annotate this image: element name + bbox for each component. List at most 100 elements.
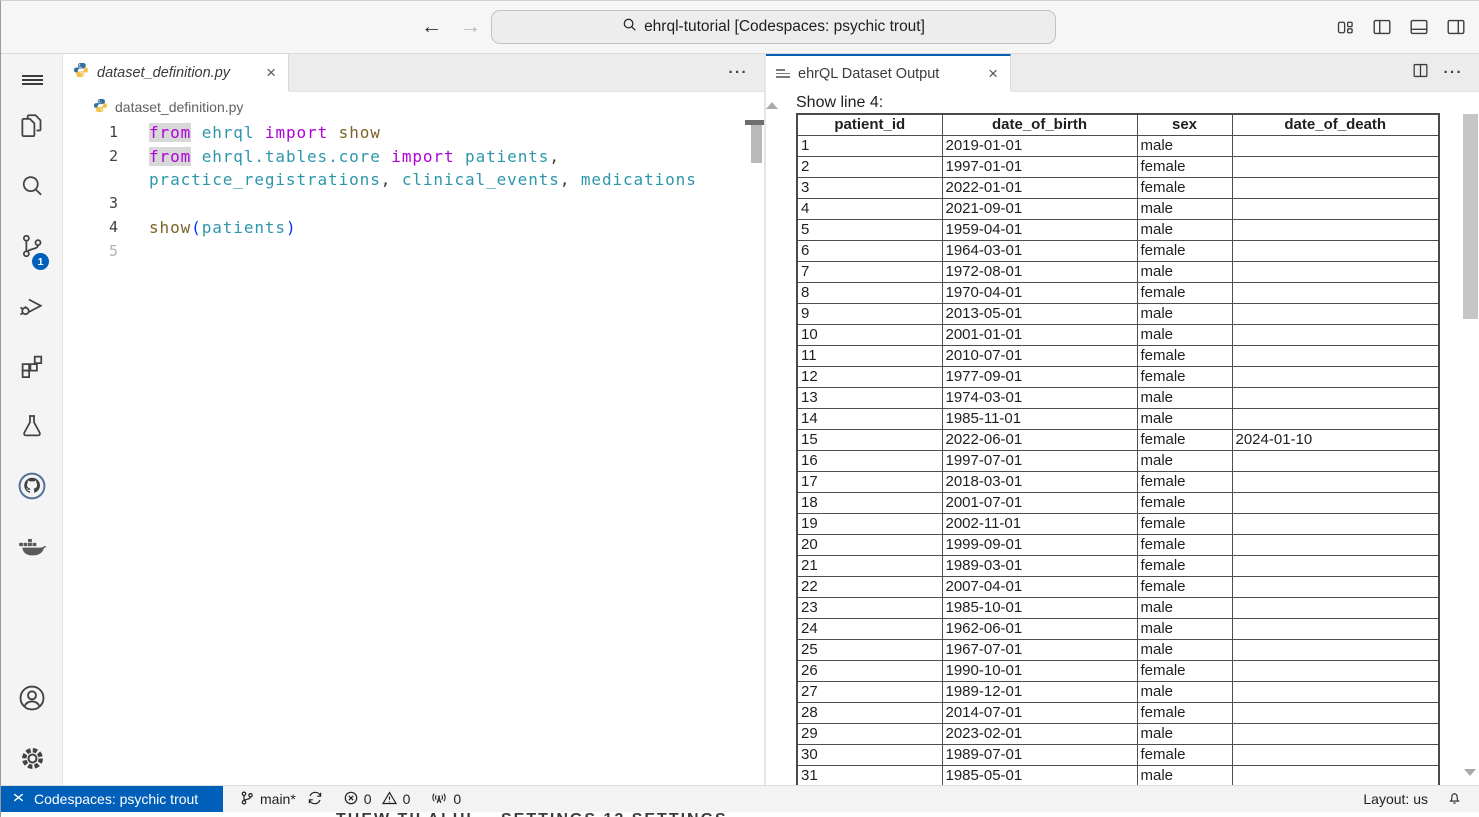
git-branch-icon	[239, 790, 255, 809]
sync-icon[interactable]	[307, 790, 323, 809]
problems-item[interactable]: 0 0	[343, 790, 411, 809]
table-cell: 2024-01-10	[1232, 430, 1439, 451]
table-cell	[1232, 682, 1439, 703]
table-cell: 19	[797, 514, 942, 535]
notifications-bell-icon[interactable]	[1446, 789, 1463, 809]
breadcrumb[interactable]: dataset_definition.py	[63, 92, 764, 121]
table-cell: 10	[797, 325, 942, 346]
table-row: 112010-07-01female	[797, 346, 1439, 367]
run-debug-icon[interactable]	[1, 289, 63, 323]
table-row: 51959-04-01male	[797, 220, 1439, 241]
docker-icon[interactable]	[1, 529, 63, 563]
ports-item[interactable]: 0	[430, 790, 461, 809]
table-cell: 26	[797, 661, 942, 682]
table-cell: 1972-08-01	[942, 262, 1137, 283]
scroll-up-arrow-icon[interactable]	[766, 102, 778, 109]
code-line[interactable]: 1from ehrql import show	[63, 121, 764, 145]
code-line[interactable]: 3	[63, 192, 764, 216]
remote-icon	[11, 790, 26, 808]
code-editor[interactable]: 1from ehrql import show2from ehrql.table…	[63, 121, 764, 263]
table-row: 301989-07-01female	[797, 745, 1439, 766]
code-line[interactable]: 4show(patients)	[63, 216, 764, 240]
settings-gear-icon[interactable]	[1, 741, 63, 775]
code-line[interactable]: 2from ehrql.tables.core import patients,	[63, 145, 764, 169]
table-cell	[1232, 325, 1439, 346]
account-icon[interactable]	[1, 681, 63, 715]
panel-more-actions-icon[interactable]: ···	[1444, 64, 1464, 81]
editor-more-actions-icon[interactable]: ···	[729, 64, 749, 81]
line-number: 4	[63, 216, 149, 240]
table-row: 222007-04-01female	[797, 577, 1439, 598]
table-cell: female	[1137, 157, 1232, 178]
table-cell: 21	[797, 556, 942, 577]
toggle-panel-icon[interactable]	[1408, 16, 1430, 38]
testing-icon[interactable]	[1, 409, 63, 443]
table-row: 231985-10-01male	[797, 598, 1439, 619]
table-cell: 31	[797, 766, 942, 786]
table-column-header: sex	[1137, 114, 1232, 136]
table-cell: 2014-07-01	[942, 703, 1137, 724]
branch-item[interactable]: main*	[239, 790, 323, 809]
table-cell: 16	[797, 451, 942, 472]
table-cell	[1232, 220, 1439, 241]
close-tab-icon[interactable]: ×	[264, 64, 278, 81]
menu-icon[interactable]	[1, 63, 63, 97]
table-cell	[1232, 304, 1439, 325]
table-cell: 1970-04-01	[942, 283, 1137, 304]
toggle-primary-sidebar-icon[interactable]	[1371, 16, 1393, 38]
table-row: 311985-05-01male	[797, 766, 1439, 786]
remote-indicator[interactable]: Codespaces: psychic trout	[1, 786, 223, 812]
code-line[interactable]: 5	[63, 240, 764, 264]
explorer-icon[interactable]	[1, 109, 63, 143]
panel-scrollbar-thumb[interactable]	[1463, 114, 1478, 319]
table-cell: 2001-07-01	[942, 493, 1137, 514]
layout-indicator[interactable]: Layout: us	[1363, 791, 1428, 807]
tab-dataset-definition[interactable]: dataset_definition.py ×	[63, 54, 289, 91]
line-number: 2	[63, 145, 149, 169]
table-row: 182001-07-01female	[797, 493, 1439, 514]
activity-bar: 1	[1, 54, 63, 785]
panel-tab-bar: ehrQL Dataset Output × ···	[766, 54, 1479, 92]
table-row: 92013-05-01male	[797, 304, 1439, 325]
table-cell: female	[1137, 703, 1232, 724]
toggle-secondary-sidebar-icon[interactable]	[1445, 16, 1467, 38]
table-column-header: date_of_death	[1232, 114, 1439, 136]
back-arrow-icon[interactable]: ←	[421, 15, 442, 39]
extensions-icon[interactable]	[1, 349, 63, 383]
tab-label: dataset_definition.py	[97, 65, 230, 81]
line-number	[63, 168, 149, 192]
table-cell: 15	[797, 430, 942, 451]
table-cell: male	[1137, 262, 1232, 283]
table-row: 12019-01-01male	[797, 136, 1439, 157]
table-cell	[1232, 535, 1439, 556]
editor-scrollbar-thumb[interactable]	[751, 125, 762, 163]
table-cell: female	[1137, 535, 1232, 556]
dataset-output-view: Show line 4: patient_iddate_of_birthsexd…	[766, 92, 1479, 785]
command-center[interactable]: ehrql-tutorial [Codespaces: psychic trou…	[491, 10, 1056, 44]
table-cell: 14	[797, 409, 942, 430]
tab-ehrql-dataset-output[interactable]: ehrQL Dataset Output ×	[766, 54, 1011, 91]
table-cell	[1232, 409, 1439, 430]
table-cell: 6	[797, 241, 942, 262]
close-panel-tab-icon[interactable]: ×	[986, 65, 1000, 82]
table-row: 241962-06-01male	[797, 619, 1439, 640]
table-cell: 7	[797, 262, 942, 283]
table-row: 21997-01-01female	[797, 157, 1439, 178]
table-row: 282014-07-01female	[797, 703, 1439, 724]
editor-tab-bar: dataset_definition.py × ···	[63, 54, 764, 92]
table-cell: 1985-10-01	[942, 598, 1137, 619]
github-icon[interactable]	[1, 469, 63, 503]
search-sidebar-icon[interactable]	[1, 169, 63, 203]
table-cell	[1232, 514, 1439, 535]
table-cell: 20	[797, 535, 942, 556]
errors-icon	[343, 790, 359, 809]
code-line[interactable]: practice_registrations, clinical_events,…	[63, 168, 764, 192]
split-editor-icon[interactable]	[1411, 61, 1430, 85]
customize-layout-icon[interactable]	[1335, 17, 1356, 38]
table-cell: male	[1137, 388, 1232, 409]
output-panel-group: ehrQL Dataset Output × ··· Show line 4: …	[766, 54, 1479, 785]
table-cell: 1985-11-01	[942, 409, 1137, 430]
scroll-down-arrow-icon[interactable]	[1464, 769, 1476, 776]
python-file-icon	[93, 98, 108, 116]
table-column-header: patient_id	[797, 114, 942, 136]
